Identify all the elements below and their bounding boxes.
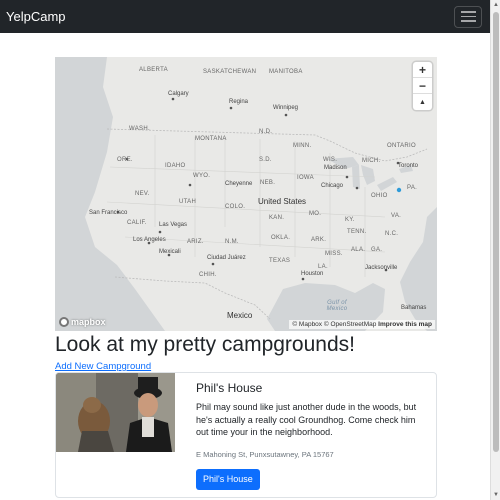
map-label-calif: CALIF. <box>127 220 147 226</box>
map-label-ky: KY. <box>345 217 355 223</box>
map-attribution: © Mapbox © OpenStreetMap Improve this ma… <box>289 320 435 329</box>
map-label-sdak: S.D. <box>259 157 272 163</box>
map-label-winnipeg: Winnipeg <box>273 105 299 111</box>
map-label-neb: NEB. <box>260 180 276 186</box>
map-label-pa: PA. <box>407 185 418 191</box>
view-campground-button[interactable]: Phil's House <box>196 468 260 490</box>
map-label-madison: Madison <box>324 165 347 171</box>
map-label-ontario: ONTARIO <box>387 143 416 149</box>
scroll-down-arrow-icon[interactable]: ▼ <box>492 490 500 500</box>
map-label-regina: Regina <box>229 99 249 105</box>
map-label-ciudad-juarez: Ciudad Juárez <box>207 255 246 261</box>
map-label-jacksonville: Jacksonville <box>365 265 398 271</box>
mapbox-logo-icon <box>59 317 69 327</box>
map-label-mexico: Mexico <box>227 311 253 320</box>
zoom-in-button[interactable]: + <box>413 62 432 78</box>
map-label-ariz: ARIZ. <box>187 239 204 245</box>
map-label-nev: NEV. <box>135 191 150 197</box>
map-label-utah: UTAH <box>179 199 197 205</box>
map-label-mich: MICH. <box>362 158 381 164</box>
navbar: YelpCamp <box>0 0 490 33</box>
map-label-ore: ORE. <box>117 157 133 163</box>
map-label-wyo: WYO. <box>193 173 211 179</box>
campground-title: Phil's House <box>196 381 263 395</box>
map-label-saskatchewan: SASKATCHEWAN <box>203 69 257 75</box>
map-label-wash: WASH. <box>129 126 150 132</box>
map-label-idaho: IDAHO <box>165 163 186 169</box>
map-label-tenn: TENN. <box>347 229 367 235</box>
map-label-iowa: IOWA <box>297 175 314 181</box>
map-label-ark: ARK. <box>311 237 327 243</box>
map-label-manitoba: MANITOBA <box>269 69 303 75</box>
campground-card-body: Phil's House Phil may sound like just an… <box>196 381 430 490</box>
map-label-la: LA. <box>318 264 328 270</box>
map-label-san-francisco: San Francisco <box>89 210 128 216</box>
map-label-toronto: Toronto <box>398 163 419 169</box>
map-label-united-states: United States <box>258 197 307 206</box>
scrollbar-thumb[interactable] <box>493 12 499 452</box>
zoom-out-button[interactable]: − <box>413 78 432 94</box>
map-label-colo: COLO. <box>225 204 246 210</box>
mapbox-logo-text: mapbox <box>71 317 106 327</box>
map-label-okla: OKLA. <box>271 235 291 241</box>
map-label-bahamas: Bahamas <box>401 305 427 311</box>
attribution-mapbox-link[interactable]: © Mapbox <box>292 321 322 328</box>
campground-map[interactable]: ALBERTA SASKATCHEWAN MANITOBA Calgary Re… <box>55 57 437 331</box>
map-label-va: VA. <box>391 213 402 219</box>
map-label-chih: CHIH. <box>199 272 217 278</box>
compass-icon[interactable]: ▲ <box>413 94 432 110</box>
map-label-ala: ALA. <box>351 247 366 253</box>
improve-map-link[interactable]: Improve this map <box>378 321 432 328</box>
mapbox-logo[interactable]: mapbox <box>59 317 106 327</box>
map-label-chicago: Chicago <box>321 183 344 189</box>
map-label-mo: MO. <box>309 211 322 217</box>
navbar-brand[interactable]: YelpCamp <box>6 9 66 24</box>
campground-location: E Mahoning St, Punxsutawney, PA 15767 <box>196 449 334 459</box>
map-label-alberta: ALBERTA <box>139 67 168 73</box>
map-label-houston: Houston <box>301 271 324 277</box>
map-label-los-angeles: Los Angeles <box>133 237 166 243</box>
map-label-gulf-of-mexico: Gulf of Mexico <box>326 300 348 312</box>
campground-description: Phil may sound like just another dude in… <box>196 402 417 437</box>
map-label-ndak: N.D. <box>259 129 273 135</box>
map-zoom-controls: + − ▲ <box>413 62 432 110</box>
campground-image <box>56 373 175 452</box>
add-campground-link[interactable]: Add New Campground <box>55 361 151 372</box>
map-label-las-vegas: Las Vegas <box>159 222 188 228</box>
map-label-minn: MINN. <box>293 143 312 149</box>
map-label-nm: N.M. <box>225 239 239 245</box>
scroll-up-arrow-icon[interactable]: ▲ <box>492 0 500 10</box>
map-label-ga: GA. <box>371 247 383 253</box>
map-label-ohio: OHIO <box>371 193 388 199</box>
map-label-cheyenne: Cheyenne <box>225 181 253 187</box>
map-label-nc: N.C. <box>385 231 399 237</box>
campground-card: Phil's House Phil may sound like just an… <box>55 372 437 498</box>
map-label-kan: KAN. <box>269 215 285 221</box>
map-label-wis: WIS. <box>323 157 338 163</box>
map-label-montana: MONTANA <box>195 136 227 142</box>
campground-marker[interactable] <box>396 187 402 193</box>
attribution-osm-link[interactable]: © OpenStreetMap <box>324 321 376 328</box>
hamburger-menu-icon[interactable] <box>454 5 482 28</box>
map-label-miss: MISS. <box>325 251 343 257</box>
page-scrollbar[interactable]: ▲ ▼ <box>490 0 500 500</box>
map-label-texas: TEXAS <box>269 258 291 264</box>
map-label-calgary: Calgary <box>168 91 189 97</box>
map-label-mexicali: Mexicali <box>159 249 181 255</box>
page-title: Look at my pretty campgrounds! <box>55 333 355 356</box>
